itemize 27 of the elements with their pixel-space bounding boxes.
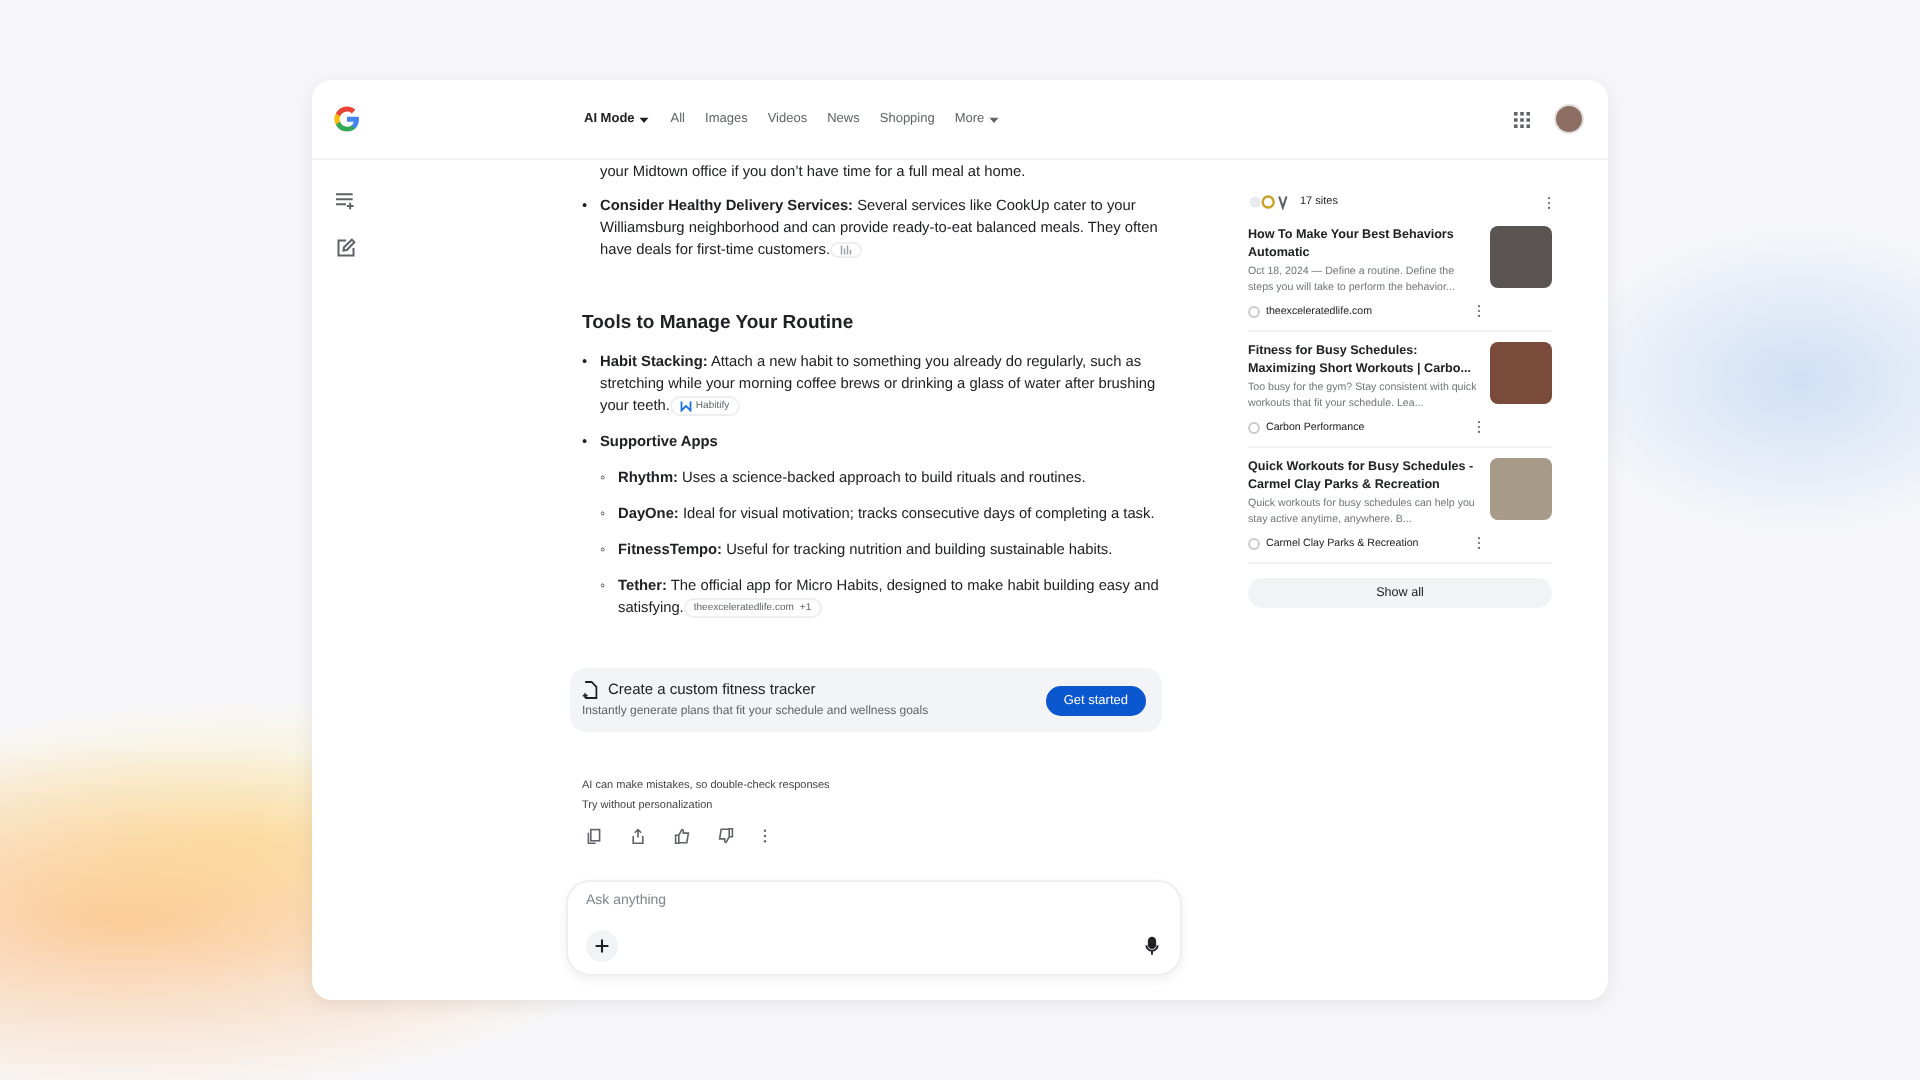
site-favicons-icon xyxy=(1248,194,1292,210)
thumbs-down-icon[interactable] xyxy=(718,828,734,845)
caret-icon xyxy=(638,113,651,125)
copy-icon[interactable] xyxy=(586,828,602,845)
more-options-icon[interactable] xyxy=(762,828,768,845)
section-heading: Tools to Manage Your Routine xyxy=(582,312,856,336)
microphone-icon[interactable] xyxy=(1144,936,1160,957)
plus-icon xyxy=(594,938,610,955)
thumbs-up-icon[interactable] xyxy=(674,828,690,845)
site-favicon-icon xyxy=(1248,305,1260,317)
caret-icon xyxy=(988,113,1001,125)
new-chat-list-icon[interactable] xyxy=(336,192,356,210)
document-icon xyxy=(582,680,598,701)
g-logo-icon[interactable] xyxy=(332,104,362,134)
site-favicon-icon xyxy=(1248,421,1260,433)
edit-icon[interactable] xyxy=(336,238,356,258)
photo-placeholder xyxy=(1490,458,1552,520)
source-icon xyxy=(679,400,692,413)
site-favicon-icon xyxy=(1248,537,1260,549)
photo-placeholder xyxy=(1490,226,1552,288)
photo-placeholder xyxy=(1490,342,1552,404)
source-icon xyxy=(840,244,853,257)
source-chip[interactable] xyxy=(830,242,863,259)
add-button[interactable] xyxy=(586,930,618,963)
share-icon[interactable] xyxy=(630,828,646,845)
avatar[interactable] xyxy=(1554,104,1584,134)
apps-grid-icon[interactable] xyxy=(1514,111,1530,127)
